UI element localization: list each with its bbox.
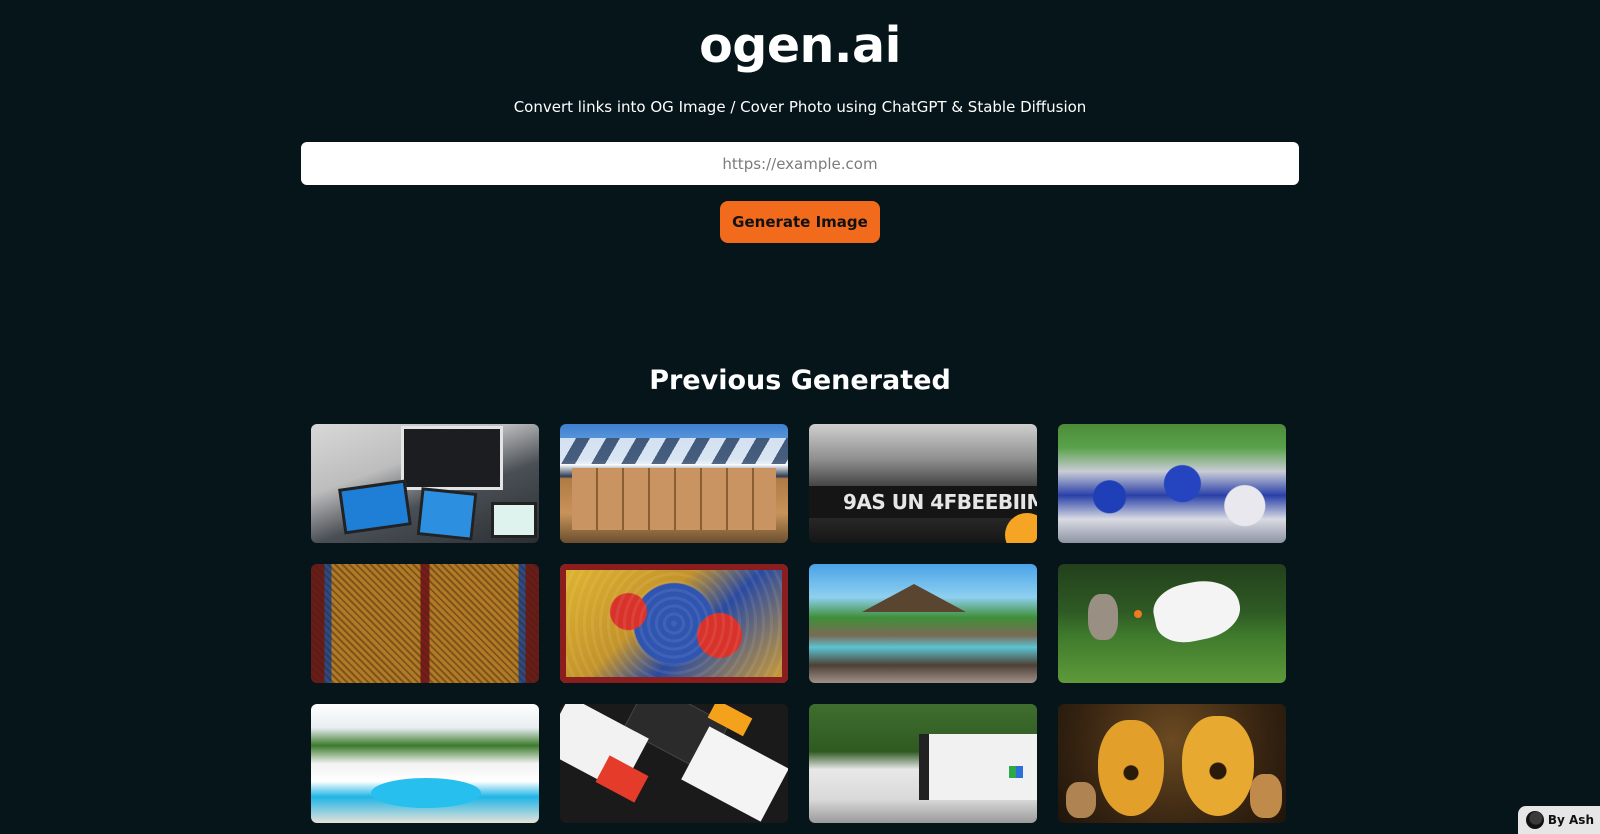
gallery-thumbnail[interactable] bbox=[311, 564, 539, 683]
page: ogen.ai Convert links into OG Image / Co… bbox=[0, 0, 1600, 834]
previous-generated-gallery: 9AS UN 4FBEEBIIMCIR WAY bbox=[311, 424, 1289, 823]
gallery-thumbnail[interactable] bbox=[809, 704, 1037, 823]
thumbnail-banner-text: 9AS UN 4FBEEBIIMCIR WAY bbox=[809, 486, 1037, 518]
app-subtitle: Convert links into OG Image / Cover Phot… bbox=[513, 98, 1087, 116]
gallery-thumbnail[interactable] bbox=[311, 424, 539, 543]
thumbnail-art bbox=[1088, 594, 1118, 640]
gallery-thumbnail[interactable] bbox=[311, 704, 539, 823]
thumbnail-art bbox=[311, 564, 539, 683]
thumbnail-art bbox=[1098, 720, 1164, 816]
thumbnail-art bbox=[401, 426, 503, 490]
generate-image-button[interactable]: Generate Image bbox=[720, 201, 880, 243]
previous-generated-heading: Previous Generated bbox=[649, 365, 951, 396]
thumbnail-art bbox=[416, 487, 478, 541]
thumbnail-art bbox=[338, 479, 412, 535]
url-input[interactable] bbox=[301, 142, 1299, 185]
gallery-thumbnail[interactable] bbox=[560, 704, 788, 823]
gallery-thumbnail[interactable] bbox=[1058, 564, 1286, 683]
thumbnail-art bbox=[572, 468, 776, 530]
avatar bbox=[1525, 811, 1544, 829]
thumbnail-art bbox=[1009, 766, 1023, 778]
thumbnail-art bbox=[1134, 610, 1142, 618]
gallery-thumbnail[interactable] bbox=[809, 564, 1037, 683]
thumbnail-art bbox=[1250, 774, 1282, 818]
thumbnail-art bbox=[560, 564, 788, 683]
thumbnail-art bbox=[1066, 782, 1096, 818]
thumbnail-art bbox=[491, 502, 537, 538]
credit-label: By Ash bbox=[1547, 813, 1594, 827]
thumbnail-art bbox=[371, 778, 481, 808]
thumbnail-art bbox=[1148, 573, 1246, 649]
gallery-thumbnail[interactable] bbox=[560, 564, 788, 683]
gallery-thumbnail[interactable]: 9AS UN 4FBEEBIIMCIR WAY bbox=[809, 424, 1037, 543]
gallery-thumbnail[interactable] bbox=[560, 424, 788, 543]
thumbnail-art bbox=[1182, 716, 1254, 816]
gallery-thumbnail[interactable] bbox=[1058, 424, 1286, 543]
thumbnail-art bbox=[862, 584, 966, 612]
gallery-thumbnail[interactable] bbox=[1058, 704, 1286, 823]
credit-badge[interactable]: By Ash bbox=[1517, 806, 1600, 834]
app-title: ogen.ai bbox=[699, 17, 901, 74]
thumbnail-art bbox=[1068, 444, 1276, 532]
thumbnail-art bbox=[560, 438, 788, 464]
